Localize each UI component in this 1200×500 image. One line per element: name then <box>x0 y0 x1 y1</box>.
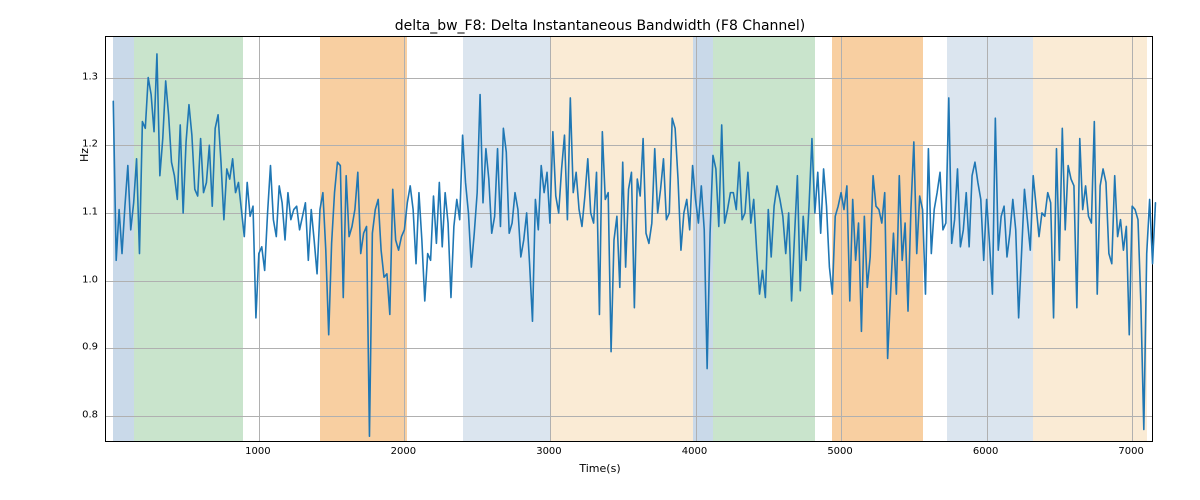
y-tick-label: 1.1 <box>58 206 98 217</box>
chart-title: delta_bw_F8: Delta Instantaneous Bandwid… <box>0 18 1200 34</box>
x-tick-label: 6000 <box>973 446 998 457</box>
chart-axes <box>105 36 1153 442</box>
y-tick-label: 0.9 <box>58 342 98 353</box>
y-tick-label: 1.2 <box>58 139 98 150</box>
x-tick-label: 4000 <box>682 446 707 457</box>
x-tick-label: 3000 <box>536 446 561 457</box>
x-tick-label: 1000 <box>245 446 270 457</box>
x-tick-label: 2000 <box>391 446 416 457</box>
y-tick-label: 1.0 <box>58 274 98 285</box>
figure: delta_bw_F8: Delta Instantaneous Bandwid… <box>0 0 1200 500</box>
y-axis-label: Hz <box>78 25 91 285</box>
y-tick-label: 1.3 <box>58 71 98 82</box>
x-tick-label: 7000 <box>1118 446 1143 457</box>
line-series <box>106 37 1154 443</box>
x-tick-label: 5000 <box>827 446 852 457</box>
y-tick-label: 0.8 <box>58 409 98 420</box>
x-axis-label: Time(s) <box>0 462 1200 475</box>
